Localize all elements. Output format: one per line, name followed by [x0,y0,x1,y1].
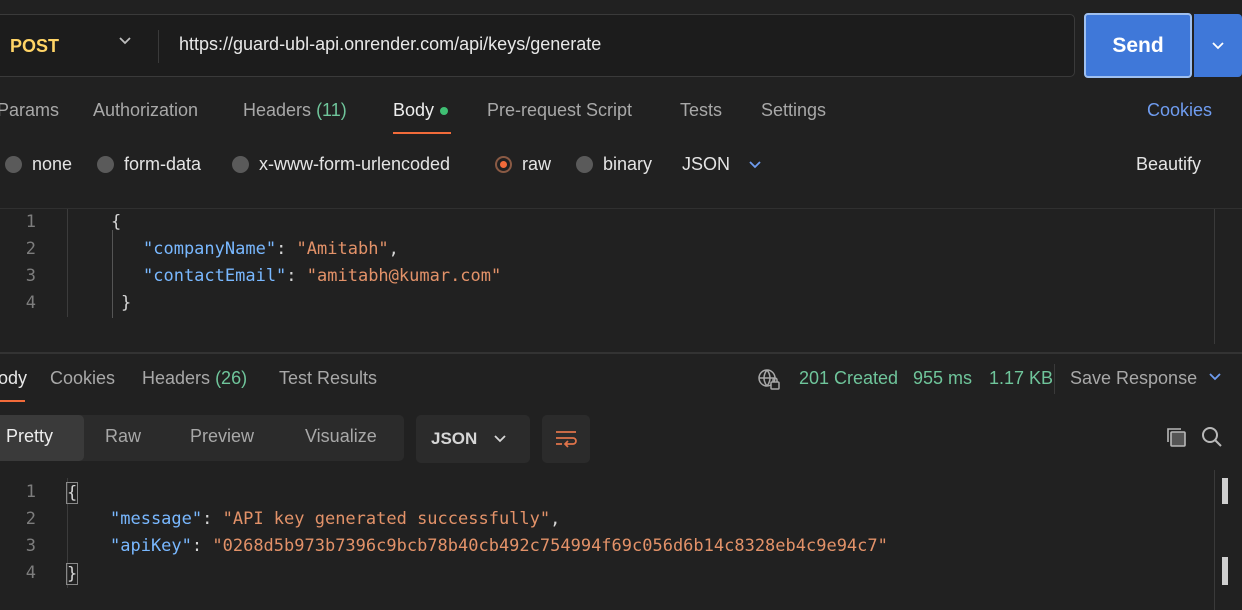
tab-headers-label: Headers [243,100,312,120]
radio-selected-icon [495,156,512,173]
divider [1054,364,1055,394]
tab-authorization[interactable]: Authorization [93,100,198,121]
code-line: { [66,482,79,504]
code-line: "message": "API key generated successful… [110,509,561,529]
radio-binary-label: binary [603,154,653,174]
code-line: "companyName": "Amitabh", [143,239,399,259]
view-pretty-button[interactable]: Pretty [6,426,53,447]
json-key: "contactEmail" [143,266,287,286]
code-line: { [111,212,122,232]
tab-params[interactable]: Params [0,100,59,121]
response-format-label: JSON [431,429,478,448]
code-line: } [66,563,79,585]
beautify-button[interactable]: Beautify [1136,154,1201,175]
tab-body-label: Body [393,100,435,120]
response-tab-headers[interactable]: Headers (26) [142,368,247,389]
json-value: "API key generated successfully" [222,509,551,529]
chevron-down-icon [749,160,761,168]
line-number: 1 [25,482,36,502]
line-number: 3 [25,266,36,286]
line-number: 2 [25,239,36,259]
editor-gutter-divider [67,209,68,317]
response-tab-body[interactable]: ody [0,368,27,389]
json-key: "message" [110,509,203,529]
chevron-down-icon [494,435,506,443]
tab-tests[interactable]: Tests [680,100,722,121]
code-line: "apiKey": "0268d5b973b7396c9bcb78b40cb49… [110,536,888,556]
line-number: 2 [25,509,36,529]
send-dropdown-button[interactable] [1194,14,1242,77]
status-code: 201 Created [799,368,899,388]
save-response-label: Save Response [1070,368,1198,388]
scroll-thumb[interactable] [1222,478,1228,504]
code-line: "contactEmail": "amitabh@kumar.com" [143,266,502,286]
indent-guide [112,230,113,318]
radio-circle-icon [5,156,22,173]
chevron-down-icon [1212,41,1224,49]
active-tab-indicator [393,132,451,134]
tab-headers[interactable]: Headers (11) [243,100,347,121]
method-selector[interactable]: POST [10,36,59,57]
wrap-lines-button[interactable] [542,415,590,463]
line-number: 1 [25,212,36,232]
radio-urlencoded-label: x-www-form-urlencoded [259,154,451,174]
json-value: "0268d5b973b7396c9bcb78b40cb492c754994f6… [212,536,888,556]
copy-icon[interactable] [1164,425,1188,454]
radio-raw-label: raw [522,154,552,174]
json-value: "Amitabh" [296,239,389,259]
view-preview-button[interactable]: Preview [190,426,254,447]
send-button[interactable]: Send [1084,13,1192,78]
cookies-link[interactable]: Cookies [1147,100,1212,121]
editor-scrollbar[interactable] [1214,209,1215,344]
response-size: 1.17 KB [989,368,1054,388]
network-globe-icon[interactable] [757,367,781,396]
response-tab-cookies[interactable]: Cookies [50,368,115,389]
body-format-select[interactable]: JSON [682,154,762,175]
chevron-down-icon[interactable] [118,34,132,53]
response-tab-headers-label: Headers [142,368,211,388]
response-headers-count: (26) [215,368,248,388]
radio-none-label: none [32,154,73,174]
json-key: "companyName" [143,239,277,259]
json-value: "amitabh@kumar.com" [306,266,502,286]
modified-dot-icon [440,107,449,116]
url-divider [158,30,159,63]
active-tab-indicator [0,400,25,402]
save-response-button[interactable]: Save Response [1070,368,1222,389]
code-line: } [121,293,132,313]
response-time: 955 ms [913,368,973,388]
line-number: 4 [25,293,36,313]
json-key: "apiKey" [110,536,192,556]
radio-binary[interactable]: binary [576,154,652,175]
radio-raw[interactable]: raw [495,154,551,175]
view-visualize-button[interactable]: Visualize [305,426,377,447]
chevron-down-icon [1209,373,1221,381]
wrap-lines-icon [556,431,577,448]
tab-body[interactable]: Body [393,100,449,121]
body-format-label: JSON [682,154,731,174]
search-icon[interactable] [1200,425,1224,454]
tab-prerequest-script[interactable]: Pre-request Script [487,100,632,121]
line-number: 3 [25,536,36,556]
scroll-thumb[interactable] [1222,557,1228,585]
radio-form-data-label: form-data [124,154,202,174]
tab-settings[interactable]: Settings [761,100,826,121]
response-format-select[interactable]: JSON [416,415,530,463]
pane-splitter[interactable] [0,352,1242,354]
radio-urlencoded[interactable]: x-www-form-urlencoded [232,154,450,175]
url-input[interactable]: https://guard-ubl-api.onrender.com/api/k… [179,34,601,55]
radio-circle-icon [576,156,593,173]
line-number: 4 [25,563,36,583]
response-scrollbar[interactable] [1214,470,1215,610]
radio-form-data[interactable]: form-data [97,154,201,175]
headers-count: (11) [316,100,347,120]
view-raw-button[interactable]: Raw [105,426,141,447]
radio-none[interactable]: none [5,154,72,175]
radio-circle-icon [232,156,249,173]
response-tab-test-results[interactable]: Test Results [279,368,377,389]
radio-circle-icon [97,156,114,173]
